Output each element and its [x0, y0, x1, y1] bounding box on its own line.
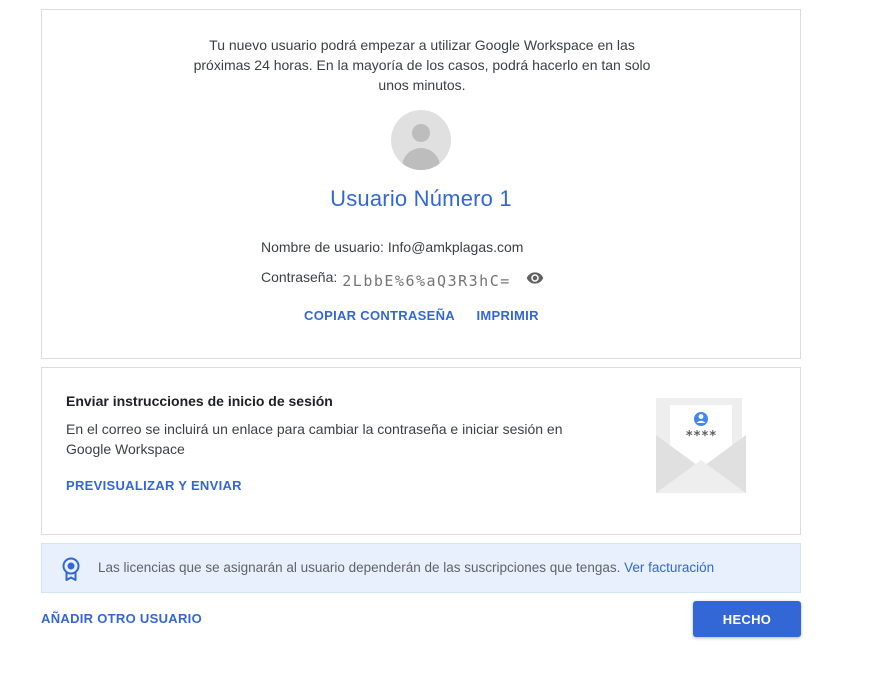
eye-icon[interactable] — [525, 269, 545, 290]
envelope-illustration: **** — [642, 398, 752, 503]
signin-instructions-title: Enviar instrucciones de inicio de sesión — [66, 393, 333, 409]
password-value: 2LbbE%6%aQ3R3hC= — [342, 272, 511, 290]
avatar — [391, 110, 451, 170]
illustration-password-text: **** — [685, 429, 716, 444]
credential-actions: COPIAR CONTRASEÑA IMPRIMIR — [304, 308, 539, 323]
license-badge-icon — [60, 557, 82, 586]
copy-password-button[interactable]: COPIAR CONTRASEÑA — [304, 308, 455, 323]
signin-instructions-description: En el correo se incluirá un enlace para … — [66, 421, 563, 457]
username-value: Info@amkplagas.com — [387, 239, 524, 255]
user-display-name: Usuario Número 1 — [330, 186, 512, 211]
username-row: Nombre de usuario: Info@amkplagas.com — [261, 239, 523, 255]
password-row: Contraseña: 2LbbE%6%aQ3R3hC= — [261, 269, 545, 290]
done-button[interactable]: HECHO — [693, 601, 801, 637]
preview-send-button[interactable]: PREVISUALIZAR Y ENVIAR — [66, 478, 242, 493]
license-info-banner: Las licencias que se asignarán al usuari… — [41, 543, 801, 593]
license-info-text: Las licencias que se asignarán al usuari… — [98, 560, 714, 575]
print-button[interactable]: IMPRIMIR — [476, 308, 538, 323]
password-label: Contraseña: — [261, 269, 338, 285]
username-label: Nombre de usuario: — [261, 239, 384, 255]
add-another-user-button[interactable]: AÑADIR OTRO USUARIO — [41, 611, 202, 626]
user-created-card: Tu nuevo usuario podrá empezar a utiliza… — [41, 9, 801, 359]
license-info-message: Las licencias que se asignarán al usuari… — [98, 560, 621, 575]
signin-instructions-card: Enviar instrucciones de inicio de sesión… — [41, 367, 801, 535]
intro-text: Tu nuevo usuario podrá empezar a utiliza… — [193, 37, 651, 93]
billing-link[interactable]: Ver facturación — [624, 560, 714, 575]
